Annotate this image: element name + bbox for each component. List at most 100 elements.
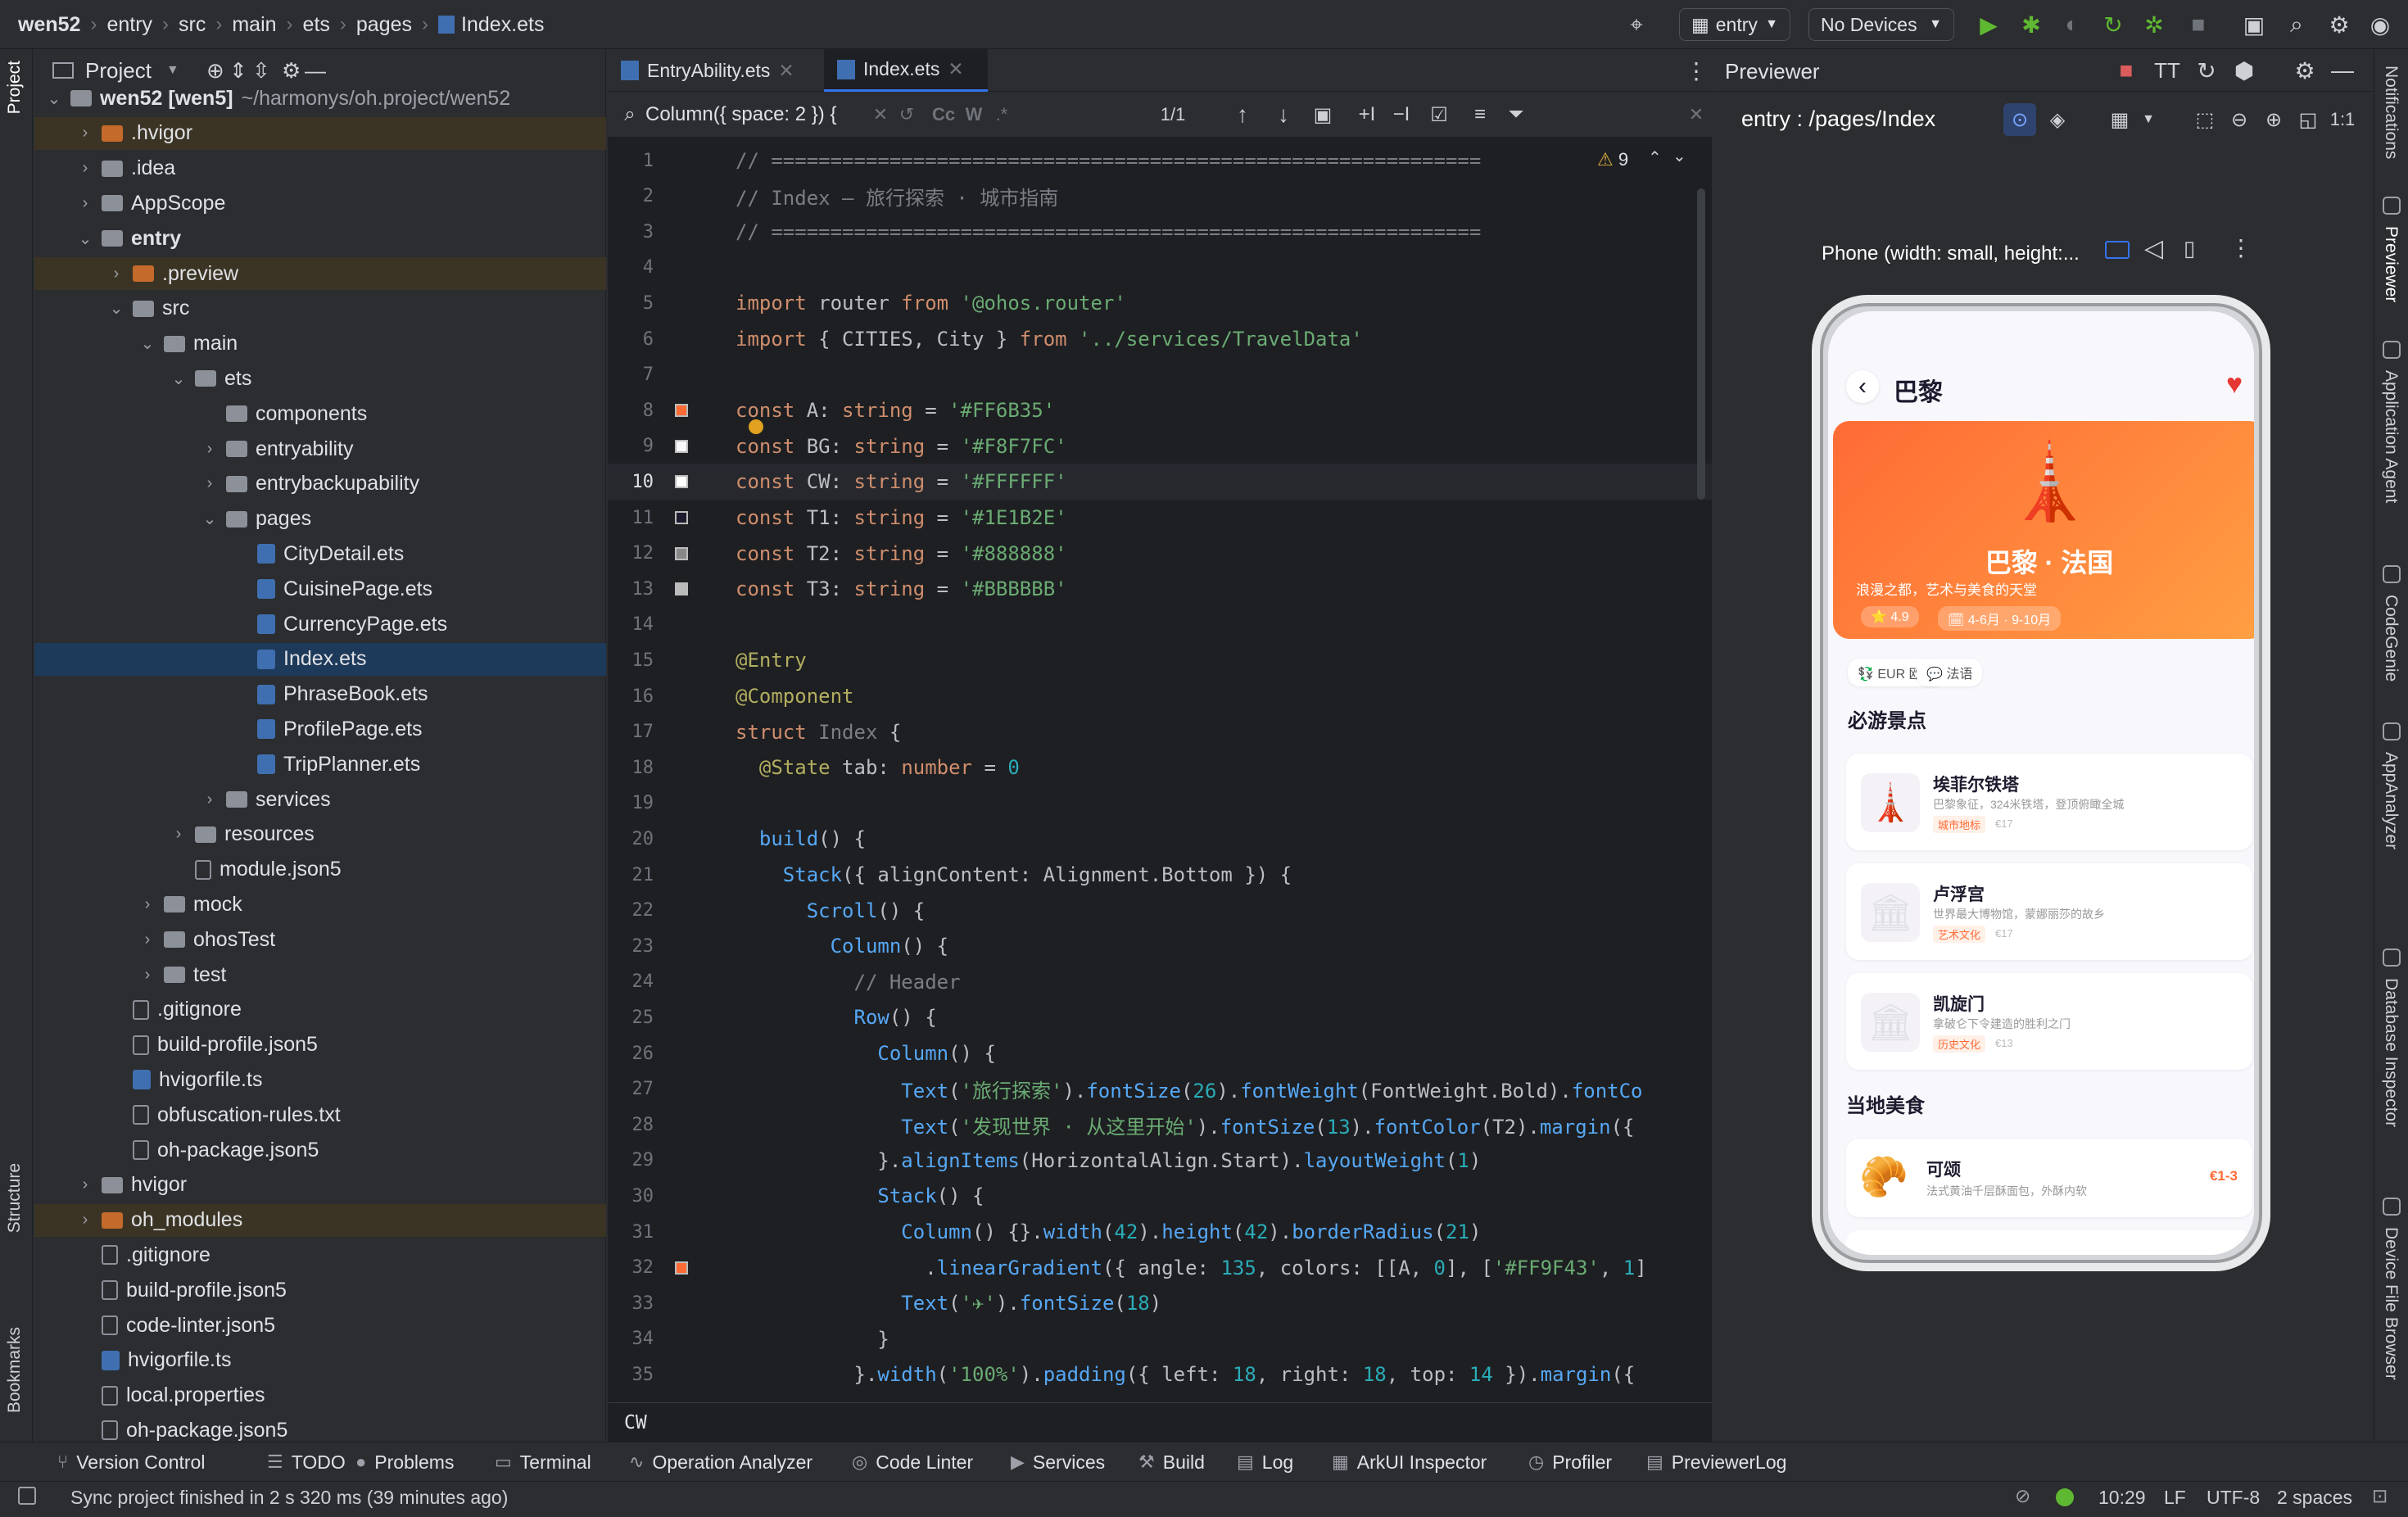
run-config-select[interactable]: ▦ entry ▼ — [1679, 8, 1790, 41]
tree-item[interactable]: CityDetail.ets — [34, 537, 606, 570]
tree-item[interactable]: build-profile.json5 — [34, 1274, 606, 1306]
chevron-right-icon[interactable]: › — [75, 159, 95, 178]
refresh-icon[interactable]: ↻ — [2192, 56, 2221, 85]
zoom-out-icon[interactable]: ⊖ — [2225, 103, 2254, 136]
stripe-bookmarks[interactable]: Bookmarks — [5, 1327, 25, 1413]
spot-card[interactable]: 🏛 卢浮宫 世界最大博物馆，蒙娜丽莎的故乡 艺术文化 €17 — [1846, 863, 2252, 960]
code-line[interactable]: 8 const A: string = '#FF6B35' — [608, 392, 1712, 428]
chevron-down-icon[interactable]: ⌄ — [138, 333, 157, 354]
toolwindow-terminal[interactable]: ▭ Terminal — [495, 1442, 591, 1482]
tree-item[interactable]: .gitignore — [34, 994, 606, 1026]
tree-item[interactable]: › test — [34, 958, 606, 991]
tree-item[interactable]: Index.ets — [34, 642, 606, 676]
previewer-tab[interactable]: Previewer — [2381, 226, 2401, 302]
code-line[interactable]: 24 // Header — [608, 964, 1712, 1000]
breadcrumb-item[interactable]: entry — [106, 13, 152, 37]
chevron-right-icon[interactable]: › — [75, 1175, 95, 1194]
stripe-project[interactable]: Project — [5, 61, 25, 114]
code-line[interactable]: 22 Scroll() { — [608, 893, 1712, 929]
toolwindow-previewerlog[interactable]: ▤ PreviewerLog — [1646, 1442, 1786, 1482]
status-dot-icon[interactable] — [2056, 1488, 2074, 1506]
color-swatch-icon[interactable] — [675, 475, 688, 489]
locate-icon[interactable]: ⊕ — [206, 58, 224, 84]
fit-screen-icon[interactable]: ⬚ — [2190, 103, 2220, 136]
minimize-icon[interactable]: — — [2328, 56, 2357, 85]
chevron-down-icon[interactable]: ▼ — [2136, 103, 2161, 136]
toolwindow-profiler[interactable]: ◷ Profiler — [1528, 1442, 1612, 1482]
language-chip[interactable]: 💬 法语 — [1917, 659, 1983, 686]
color-swatch-icon[interactable] — [675, 546, 688, 560]
code-line[interactable]: 28 Text('发现世界 · 从这里开始').fontSize(13).fon… — [608, 1107, 1712, 1143]
chevron-right-icon[interactable]: › — [200, 474, 220, 493]
appanalyzer-tab[interactable]: AppAnalyzer — [2381, 752, 2401, 849]
select-all-icon[interactable]: ▣ — [1310, 100, 1335, 129]
inspector-icon[interactable]: ⬢ — [2229, 56, 2259, 85]
application-agent-tab[interactable]: Application Agent — [2381, 370, 2401, 503]
chevron-right-icon[interactable]: › — [200, 790, 220, 809]
code-line[interactable]: 34 } — [608, 1321, 1712, 1357]
code-line[interactable]: 4 — [608, 250, 1712, 286]
panel-toggle-icon[interactable] — [18, 1487, 36, 1505]
breadcrumb-item[interactable]: main — [232, 13, 276, 37]
expand-all-icon[interactable]: ⇕ — [229, 58, 247, 84]
attach-debugger-icon[interactable]: ✲ — [2139, 10, 2169, 39]
zoom-in-icon[interactable]: ⊕ — [2259, 103, 2288, 136]
tree-item[interactable]: ⌄ wen52 [wen5] ~/harmonys/oh.project/wen52 — [34, 82, 606, 115]
toolwindow-services[interactable]: ▶ Services — [1011, 1442, 1105, 1482]
tree-item[interactable]: › entryability — [34, 432, 606, 465]
spot-card[interactable]: 🏛 凯旋门 拿破仑下令建造的胜利之门 历史文化 €13 — [1846, 973, 2252, 1070]
tree-item[interactable]: build-profile.json5 — [34, 1029, 606, 1062]
chevron-up-icon[interactable]: ⌃ — [1648, 147, 1662, 168]
stripe-structure[interactable]: Structure — [5, 1163, 25, 1233]
tree-item[interactable]: hvigorfile.ts — [34, 1063, 606, 1096]
database-inspector-tab[interactable]: Database Inspector — [2381, 978, 2401, 1127]
tree-item[interactable]: code-linter.json5 — [34, 1309, 606, 1342]
stop-preview-icon[interactable]: ■ — [2112, 56, 2141, 85]
tree-item[interactable]: CurrencyPage.ets — [34, 608, 606, 641]
chevron-down-icon[interactable]: ⌄ — [200, 509, 220, 529]
toolwindow-operation-analyzer[interactable]: ∿ Operation Analyzer — [629, 1442, 812, 1482]
close-icon[interactable]: ✕ — [778, 60, 794, 82]
target-icon[interactable]: ⌖ — [1622, 10, 1651, 39]
device-select[interactable]: No Devices ▼ — [1808, 8, 1954, 41]
code-line[interactable]: 5 import router from '@ohos.router' — [608, 285, 1712, 321]
debug-icon[interactable]: ✱ — [2016, 10, 2046, 39]
code-line[interactable]: 16 @Component — [608, 678, 1712, 714]
code-line[interactable]: 30 Stack() { — [608, 1178, 1712, 1214]
tree-item[interactable]: ProfilePage.ets — [34, 713, 606, 745]
code-line[interactable]: 31 Column() {}.width(42).height(42).bord… — [608, 1214, 1712, 1250]
color-swatch-icon[interactable] — [675, 582, 688, 596]
code-line[interactable]: 14 — [608, 607, 1712, 643]
tree-item[interactable]: .gitignore — [34, 1239, 606, 1271]
no-vcs-icon[interactable]: ⊘ — [2015, 1485, 2030, 1507]
tree-item[interactable]: local.properties — [34, 1379, 606, 1412]
minimize-icon[interactable]: — — [305, 58, 326, 84]
code-line[interactable]: 10 const CW: string = '#FFFFFF' — [608, 464, 1712, 500]
code-line[interactable]: 23 Column() { — [608, 928, 1712, 964]
tree-item[interactable]: obfuscation-rules.txt — [34, 1098, 606, 1131]
code-line[interactable]: 33 Text('✈').fontSize(18) — [608, 1285, 1712, 1321]
lock-icon[interactable]: ⊡ — [2372, 1485, 2388, 1507]
code-line[interactable]: 15 @Entry — [608, 642, 1712, 678]
tab-entryability[interactable]: EntryAbility.ets ✕ — [608, 49, 822, 92]
layers-icon[interactable]: ◈ — [2041, 103, 2074, 136]
code-line[interactable]: 13 const T3: string = '#BBBBBB' — [608, 571, 1712, 607]
tree-item[interactable]: ⌄ main — [34, 328, 606, 360]
code-line[interactable]: 19 — [608, 786, 1712, 822]
select-all-occurrences-icon[interactable]: ☑ — [1427, 100, 1451, 129]
breadcrumb-item[interactable]: Index.ets — [461, 13, 544, 37]
chevron-right-icon[interactable]: › — [75, 194, 95, 213]
gear-icon[interactable]: ⚙ — [2324, 10, 2354, 39]
tree-item[interactable]: › oh_modules — [34, 1203, 606, 1237]
code-line[interactable]: 3 // ====================================… — [608, 214, 1712, 250]
color-swatch-icon[interactable] — [675, 511, 688, 524]
inspect-mode-icon[interactable]: ⊙ — [2003, 103, 2036, 136]
chevron-down-icon[interactable]: ⌄ — [106, 298, 126, 319]
chevron-right-icon[interactable]: › — [138, 931, 157, 949]
close-icon[interactable]: ✕ — [948, 58, 963, 80]
device-file-browser-tab[interactable]: Device File Browser — [2381, 1227, 2401, 1380]
rotate-icon[interactable]: ▯ — [2184, 236, 2195, 261]
device-type-icon[interactable] — [2105, 241, 2130, 259]
heart-icon[interactable]: ♥ — [2226, 369, 2243, 401]
chevron-down-icon[interactable]: ⌄ — [169, 369, 188, 389]
